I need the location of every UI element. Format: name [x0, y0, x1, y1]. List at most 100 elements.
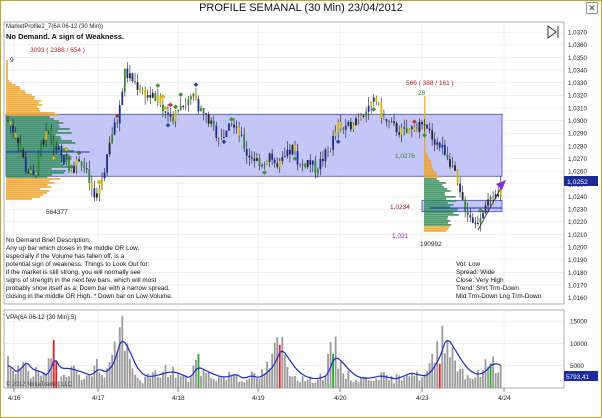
volume-bar — [256, 378, 258, 388]
volume-bar — [88, 373, 91, 388]
candle-body — [108, 142, 111, 155]
volume-bar — [205, 373, 208, 388]
volume-bar — [215, 381, 218, 388]
profile-bar — [6, 198, 32, 200]
volume-bar — [118, 327, 121, 388]
profile-bar — [424, 168, 434, 170]
description-line: if the market is still strong, you will … — [6, 269, 141, 276]
volume-bar — [283, 354, 286, 388]
candle-body — [271, 153, 274, 160]
candle-body — [35, 172, 37, 175]
candle-body — [423, 124, 426, 126]
volume-bar — [476, 369, 479, 388]
profile-bar — [6, 94, 32, 96]
candle-body — [144, 89, 147, 98]
candle-body — [177, 109, 180, 112]
candle-body — [304, 163, 307, 168]
candle-body — [375, 97, 378, 103]
candle-body — [474, 223, 477, 225]
profile-bar — [6, 178, 61, 180]
profile-bar — [6, 114, 60, 116]
candle-body — [382, 117, 385, 120]
candle-body — [192, 93, 195, 97]
candle-body — [22, 149, 25, 158]
profile-bar — [424, 156, 429, 158]
volume-bar — [347, 370, 350, 388]
profile-bar — [424, 140, 426, 142]
candle-body — [14, 132, 17, 138]
candle-body — [301, 163, 304, 165]
candle-body — [362, 115, 365, 117]
candle-body — [90, 182, 93, 189]
volume-bar — [395, 373, 398, 388]
profile-bar — [6, 60, 8, 62]
candle-body — [32, 170, 35, 175]
profile-bar — [6, 66, 8, 68]
volume-bar — [200, 376, 202, 388]
candle-body — [418, 121, 421, 132]
time-tick-label: 4/20 — [334, 395, 347, 402]
candle-body — [233, 124, 235, 128]
price-tick-label: 1,0330 — [568, 80, 587, 87]
candle-body — [238, 126, 241, 136]
candle-body — [187, 99, 190, 106]
volume-bar — [441, 325, 444, 388]
volume-bar — [184, 375, 187, 388]
trading-chart[interactable]: 1,0370 1,0360 1,0350 1,0340 1,0330 1,0320 1,03… — [0, 0, 602, 418]
candle-body — [334, 132, 337, 137]
candle-body — [136, 82, 139, 90]
volume-bar — [423, 374, 426, 388]
profile-bar — [424, 218, 448, 220]
profile-bar — [424, 166, 433, 168]
time-tick-label: 4/23 — [416, 395, 429, 402]
candle-body — [454, 165, 456, 171]
description-line: No Demand Brief Description: — [6, 237, 91, 244]
candle-body — [245, 149, 248, 156]
profile-left-marker: 9 — [10, 57, 14, 64]
volume-bar — [464, 379, 467, 388]
time-tick-label: 4/18 — [172, 395, 185, 402]
price-tick-label: 1,0210 — [568, 232, 587, 239]
volume-bar — [169, 374, 172, 388]
volume-bar — [80, 379, 83, 388]
candle-body — [258, 158, 261, 167]
volume-bar — [459, 368, 461, 388]
profile-bar — [6, 162, 61, 164]
candle-body — [106, 154, 108, 173]
candle-body — [487, 199, 489, 206]
volume-bar — [202, 369, 205, 388]
volume-tick-label: 15000 — [570, 319, 588, 326]
volume-bar — [497, 372, 500, 388]
volume-bar — [296, 380, 299, 388]
volume-bar — [261, 369, 263, 388]
profile-bar — [424, 110, 426, 112]
candle-body — [156, 95, 159, 101]
candle-body — [489, 197, 492, 200]
profile-bar — [424, 172, 437, 174]
price-tick-label: 1,0170 — [568, 282, 587, 289]
candle-body — [296, 150, 299, 165]
candle-body — [492, 197, 495, 199]
volume-bar — [281, 336, 284, 388]
candle-body — [9, 120, 12, 126]
volume-bar — [337, 368, 340, 388]
volume-bar — [474, 377, 477, 388]
profile-bar — [6, 96, 35, 98]
candle-body — [349, 121, 352, 130]
profile-bar — [424, 164, 432, 166]
candle-body — [146, 95, 149, 98]
volume-bar — [339, 361, 342, 388]
candle-body — [19, 143, 22, 150]
candle-body — [319, 158, 322, 170]
volume-bar — [316, 379, 319, 388]
candle-body — [182, 105, 185, 107]
candle-body — [62, 155, 65, 165]
candle-body — [370, 101, 373, 106]
candle-body — [141, 89, 144, 92]
volume-indicator-label: VPA(6A 06-12 (30 Min),5) — [6, 314, 76, 321]
candle-body — [29, 170, 32, 174]
level-label-3: 1,021 — [392, 233, 409, 240]
candle-body — [281, 157, 284, 162]
volume-last-value: 5793,41 — [566, 374, 590, 381]
price-tick-label: 1,0310 — [568, 105, 587, 112]
